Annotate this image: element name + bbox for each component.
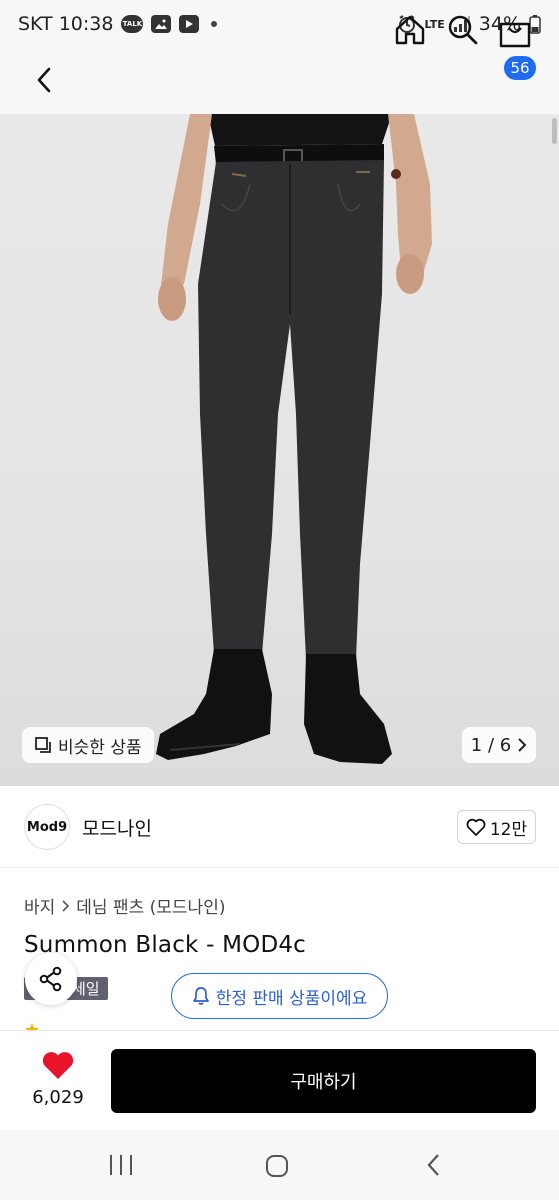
brand-name[interactable]: 모드나인 xyxy=(82,814,152,841)
brand-row: Mod9 모드나인 12만 xyxy=(0,786,559,868)
recent-apps-button[interactable] xyxy=(108,1154,134,1176)
status-left: SKT 10:38 TALK xyxy=(18,13,218,35)
back-icon xyxy=(37,67,51,93)
android-home-icon xyxy=(266,1155,288,1177)
breadcrumb-subcategory[interactable]: 데님 팬츠 (모드나인) xyxy=(76,893,225,918)
limited-sale-notice[interactable]: 한정 판매 상품이에요 xyxy=(171,973,388,1019)
wish-count: 6,029 xyxy=(32,1087,84,1108)
cart-button[interactable] xyxy=(497,14,533,50)
cart-icon xyxy=(499,22,531,48)
heart-outline-icon xyxy=(466,818,486,836)
kakaotalk-icon: TALK xyxy=(121,15,144,33)
bell-icon xyxy=(192,987,209,1005)
similar-products-label: 비슷한 상품 xyxy=(58,737,142,758)
home-icon xyxy=(395,15,425,45)
search-icon xyxy=(448,15,478,45)
scrollbar[interactable] xyxy=(552,118,557,144)
model-photo xyxy=(156,114,432,764)
cart-count-badge: 56 xyxy=(504,56,536,80)
similar-products-button[interactable]: 비슷한 상품 xyxy=(22,727,154,763)
home-button[interactable] xyxy=(392,12,428,48)
pager-count: 1 / 6 xyxy=(470,734,512,756)
youtube-icon xyxy=(179,15,200,33)
limited-sale-label: 한정 판매 상품이에요 xyxy=(215,988,368,1009)
brand-like-count: 12만 xyxy=(489,819,528,840)
wish-button[interactable] xyxy=(41,1050,75,1080)
android-home-button[interactable] xyxy=(265,1154,289,1178)
breadcrumb-category[interactable]: 바지 xyxy=(24,893,55,918)
search-button[interactable] xyxy=(445,12,481,48)
back-button[interactable] xyxy=(26,62,62,98)
chevron-right-icon xyxy=(62,899,70,912)
product-title: Summon Black - MOD4c xyxy=(24,932,307,958)
brand-like-button[interactable]: 12만 xyxy=(457,810,536,844)
share-button[interactable] xyxy=(25,953,77,1005)
gallery-icon xyxy=(151,15,172,33)
breadcrumb: 바지 데님 팬츠 (모드나인) xyxy=(24,893,225,918)
share-icon xyxy=(39,966,62,992)
heart-icon xyxy=(42,1052,74,1079)
buy-button[interactable]: 구매하기 xyxy=(111,1049,536,1113)
more-notifications-icon xyxy=(211,21,218,27)
brand-logo[interactable]: Mod9 xyxy=(24,804,70,850)
status-time: SKT 10:38 xyxy=(18,13,114,35)
product-image[interactable] xyxy=(0,114,559,786)
chevron-right-icon xyxy=(518,738,527,752)
android-back-button[interactable] xyxy=(424,1152,444,1178)
top-nav xyxy=(0,48,559,114)
android-back-icon xyxy=(427,1154,439,1176)
image-pager[interactable]: 1 / 6 xyxy=(462,727,536,763)
recent-apps-icon xyxy=(110,1155,132,1175)
copy-icon xyxy=(35,737,51,753)
